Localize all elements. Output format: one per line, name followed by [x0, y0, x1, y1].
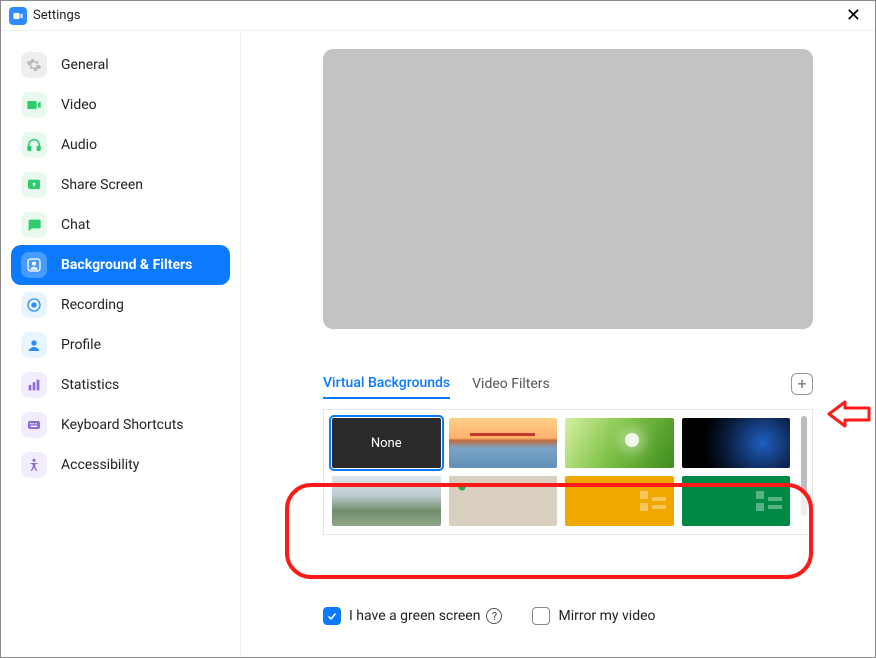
bg-thumb-earth[interactable] — [682, 418, 791, 468]
bg-thumb-bridge[interactable] — [449, 418, 558, 468]
camera-icon — [21, 92, 47, 118]
sidebar-item-general[interactable]: General — [11, 45, 230, 85]
sidebar-item-background-filters[interactable]: Background & Filters — [11, 245, 230, 285]
close-icon[interactable]: ✕ — [840, 5, 867, 26]
sidebar-item-label: Statistics — [61, 377, 119, 393]
add-background-button[interactable]: + — [791, 373, 813, 395]
checkbox-unchecked-icon — [532, 607, 550, 625]
sidebar-item-recording[interactable]: Recording — [11, 285, 230, 325]
help-icon[interactable]: ? — [486, 608, 502, 624]
bg-thumb-green[interactable] — [682, 476, 791, 526]
tab-video-filters[interactable]: Video Filters — [472, 370, 550, 398]
sidebar-item-label: Background & Filters — [61, 257, 192, 273]
sidebar-item-keyboard-shortcuts[interactable]: Keyboard Shortcuts — [11, 405, 230, 445]
sidebar-item-share-screen[interactable]: Share Screen — [11, 165, 230, 205]
tabs-row: Virtual Backgrounds Video Filters + — [323, 369, 813, 399]
sidebar-item-label: Profile — [61, 337, 101, 353]
accessibility-icon — [21, 452, 47, 478]
sidebar-item-video[interactable]: Video — [11, 85, 230, 125]
bg-thumb-none[interactable]: None — [332, 418, 441, 468]
bg-thumb-none-label: None — [371, 436, 402, 451]
sidebar-item-label: Video — [61, 97, 97, 113]
plus-icon: + — [797, 376, 806, 392]
backgrounds-grid: None — [323, 409, 813, 535]
share-screen-icon — [21, 172, 47, 198]
sidebar-item-label: Audio — [61, 137, 97, 153]
record-icon — [21, 292, 47, 318]
sidebar: General Video Audio Share Screen — [1, 31, 241, 657]
mirror-video-label: Mirror my video — [558, 608, 655, 624]
profile-icon — [21, 332, 47, 358]
bg-thumb-tan[interactable] — [449, 476, 558, 526]
window-title: Settings — [33, 8, 80, 23]
sidebar-item-audio[interactable]: Audio — [11, 125, 230, 165]
sidebar-item-profile[interactable]: Profile — [11, 325, 230, 365]
bg-thumb-grass[interactable] — [565, 418, 674, 468]
mirror-video-option[interactable]: Mirror my video — [532, 607, 655, 625]
thumbs-scrollbar[interactable] — [798, 410, 812, 534]
main-panel: Virtual Backgrounds Video Filters + None — [241, 31, 875, 657]
tab-virtual-backgrounds[interactable]: Virtual Backgrounds — [323, 369, 450, 399]
checkbox-checked-icon — [323, 607, 341, 625]
sidebar-item-accessibility[interactable]: Accessibility — [11, 445, 230, 485]
sidebar-item-statistics[interactable]: Statistics — [11, 365, 230, 405]
sidebar-item-label: Accessibility — [61, 457, 139, 473]
sidebar-item-label: Keyboard Shortcuts — [61, 417, 184, 433]
chat-icon — [21, 212, 47, 238]
app-icon — [9, 7, 27, 25]
settings-window: Settings ✕ General Video Audi — [0, 0, 876, 658]
sidebar-item-label: Chat — [61, 217, 90, 233]
video-preview — [323, 49, 813, 329]
sidebar-item-label: General — [61, 57, 109, 73]
sidebar-item-chat[interactable]: Chat — [11, 205, 230, 245]
statistics-icon — [21, 372, 47, 398]
bottom-controls: I have a green screen ? Mirror my video — [323, 607, 813, 625]
headphones-icon — [21, 132, 47, 158]
annotation-arrow-icon — [827, 399, 871, 429]
keyboard-icon — [21, 412, 47, 438]
green-screen-label: I have a green screen — [349, 608, 480, 624]
titlebar: Settings ✕ — [1, 1, 875, 31]
sidebar-item-label: Recording — [61, 297, 124, 313]
green-screen-option[interactable]: I have a green screen ? — [323, 607, 502, 625]
person-square-icon — [21, 252, 47, 278]
bg-thumb-campus[interactable] — [332, 476, 441, 526]
bg-thumb-gold[interactable] — [565, 476, 674, 526]
sidebar-item-label: Share Screen — [61, 177, 143, 193]
gear-icon — [21, 52, 47, 78]
